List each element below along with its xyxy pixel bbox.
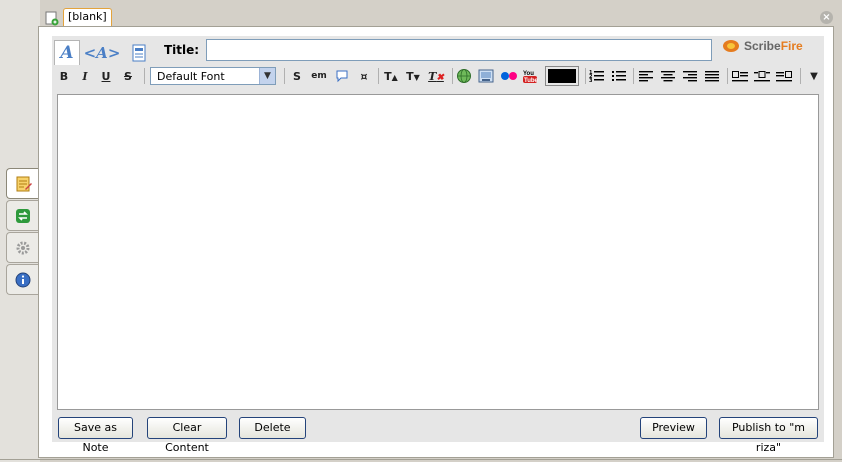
publish-button[interactable]: Publish to "m riza"	[719, 417, 818, 454]
rich-text-icon: A	[60, 43, 74, 63]
float-right-button[interactable]	[776, 67, 792, 85]
align-left-button[interactable]	[638, 67, 654, 85]
left-sidebar	[0, 0, 40, 462]
strikethrough-button[interactable]: S	[120, 67, 136, 85]
svg-text:Tube: Tube	[524, 78, 538, 84]
info-icon	[15, 272, 30, 287]
increase-font-size-button[interactable]: T▲	[383, 67, 399, 85]
toolbar-separator	[378, 68, 379, 84]
currency-sign-icon: ¤	[360, 69, 368, 83]
window-border	[0, 459, 842, 460]
html-mode-tab[interactable]: <A>	[83, 40, 121, 65]
editor-icon	[16, 176, 32, 191]
special-char-button[interactable]: ¤	[356, 67, 372, 85]
strong-button[interactable]: S	[289, 67, 305, 85]
toolbar-separator	[633, 68, 634, 84]
em-button[interactable]: em	[311, 67, 327, 85]
float-left-button[interactable]	[732, 67, 748, 85]
more-options-button[interactable]: ▼	[806, 67, 822, 85]
toolbar-separator	[284, 68, 285, 84]
toolbar-separator	[585, 68, 586, 84]
svg-text:3: 3	[589, 78, 593, 83]
title-label: Title:	[164, 43, 200, 57]
float-none-icon	[754, 71, 770, 82]
youtube-icon: You Tube	[523, 71, 538, 84]
chevron-down-icon: ▼	[259, 68, 275, 84]
flickr-button[interactable]	[500, 67, 518, 85]
toolbar-separator	[727, 68, 728, 84]
sidebar-tab-editor[interactable]	[6, 168, 40, 199]
new-document-icon	[45, 11, 59, 26]
float-center-button[interactable]	[754, 67, 770, 85]
font-select[interactable]: Default Font ▼	[150, 67, 276, 85]
unordered-list-button[interactable]	[611, 67, 627, 85]
save-as-note-button[interactable]: Save as Note	[58, 417, 133, 454]
ordered-list-button[interactable]: 123	[589, 67, 605, 85]
delete-button[interactable]: Delete	[239, 417, 306, 439]
font-size-down-icon: T▼	[406, 69, 420, 83]
sidebar-tab-blogs[interactable]	[6, 200, 38, 231]
clear-content-button[interactable]: Clear Content	[147, 417, 227, 454]
blockquote-button[interactable]	[334, 67, 350, 85]
float-left-icon	[732, 71, 748, 82]
html-source-icon: <A>	[83, 43, 121, 62]
scribefire-logo: ScribeFire	[722, 38, 803, 54]
toolbar-separator	[800, 68, 801, 84]
toolbar-separator	[144, 68, 145, 84]
globe-link-icon	[457, 69, 471, 83]
insert-link-button[interactable]	[456, 67, 472, 85]
formatting-toolbar: B I U S Default Font ▼ S em ¤ T▲ T▼ T✖ Y…	[52, 64, 824, 88]
text-color-picker[interactable]	[545, 66, 579, 86]
align-right-icon	[683, 71, 697, 82]
sidebar-tab-settings[interactable]	[6, 232, 38, 263]
font-select-value: Default Font	[157, 69, 225, 83]
rich-text-mode-tab[interactable]: A	[54, 40, 80, 65]
font-size-up-icon: T▲	[384, 69, 398, 83]
settings-icon	[16, 241, 29, 254]
chevron-down-icon: ▼	[810, 70, 818, 82]
insert-image-button[interactable]	[478, 67, 494, 85]
page-preview-icon	[132, 44, 146, 61]
italic-button[interactable]: I	[77, 67, 93, 85]
align-right-button[interactable]	[682, 67, 698, 85]
align-justify-icon	[705, 71, 719, 82]
color-swatch	[548, 69, 576, 83]
clear-format-icon: T✖	[428, 69, 444, 83]
align-justify-button[interactable]	[704, 67, 720, 85]
float-right-icon	[776, 71, 792, 82]
document-tab[interactable]: [blank]	[63, 8, 112, 26]
bold-button[interactable]: B	[56, 67, 72, 85]
align-center-icon	[661, 71, 675, 82]
sidebar-tab-info[interactable]	[6, 264, 38, 295]
image-icon	[478, 69, 494, 83]
decrease-font-size-button[interactable]: T▼	[405, 67, 421, 85]
unordered-list-icon	[612, 71, 626, 81]
remove-formatting-button[interactable]: T✖	[428, 67, 444, 85]
align-center-button[interactable]	[660, 67, 676, 85]
blogs-icon	[15, 208, 30, 223]
align-left-icon	[639, 71, 653, 82]
close-icon[interactable]: ×	[820, 11, 833, 24]
speech-bubble-icon	[336, 70, 348, 83]
title-input[interactable]	[206, 39, 712, 61]
flickr-icon	[501, 72, 517, 80]
post-content-editor[interactable]	[57, 94, 819, 410]
preview-button[interactable]: Preview	[640, 417, 707, 439]
preview-mode-tab[interactable]	[126, 40, 152, 65]
youtube-button[interactable]: You Tube	[522, 67, 538, 85]
scribefire-flame-icon	[723, 40, 739, 52]
ordered-list-icon: 123	[589, 70, 604, 83]
toolbar-separator	[452, 68, 453, 84]
underline-button[interactable]: U	[98, 67, 114, 85]
